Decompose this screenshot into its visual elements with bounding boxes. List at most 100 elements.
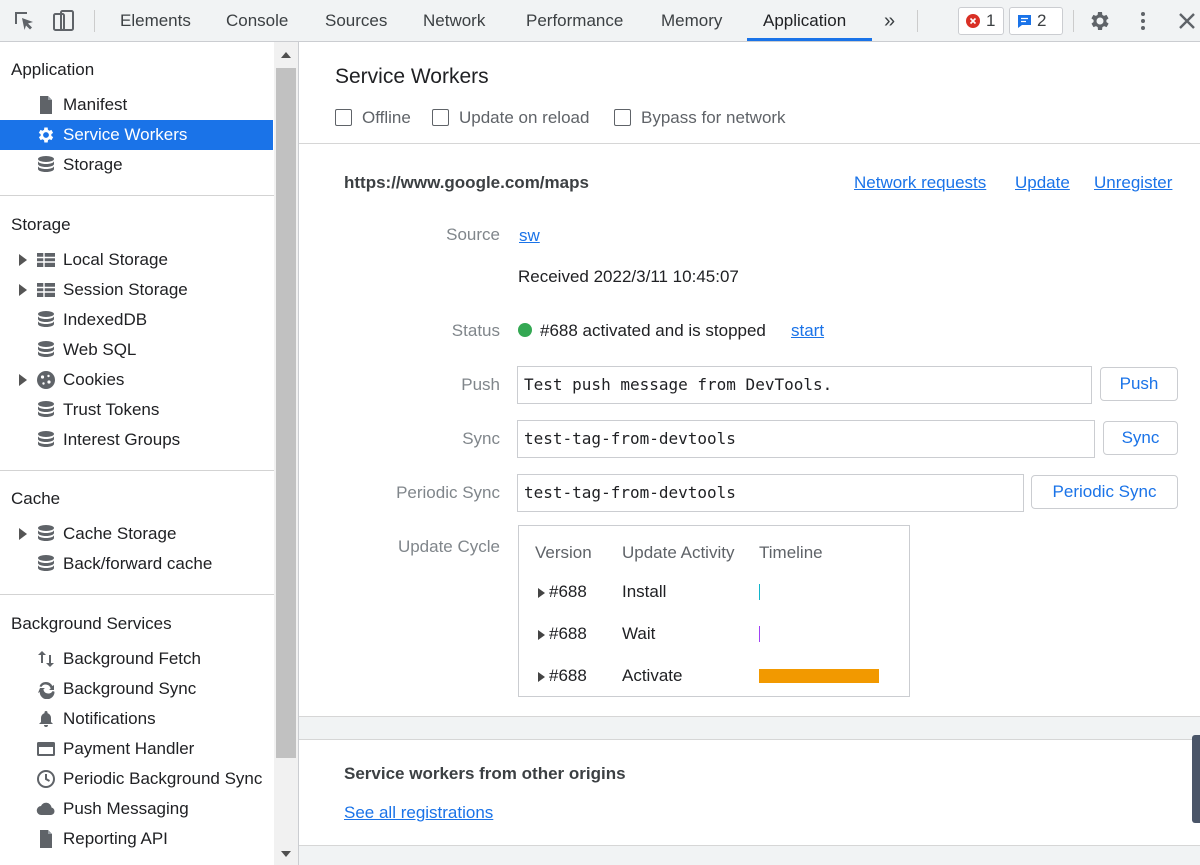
section-divider (0, 470, 274, 471)
sidebar-item-background-fetch[interactable]: Background Fetch (0, 644, 273, 674)
sidebar-item-session-storage[interactable]: Session Storage (0, 275, 273, 305)
sidebar-item-local-storage[interactable]: Local Storage (0, 245, 273, 275)
row-version: #688 (549, 582, 587, 601)
update-cycle-table: Version Update Activity Timeline #688 In… (518, 525, 910, 697)
sidebar-item-push-messaging[interactable]: Push Messaging (0, 794, 273, 824)
sidebar-item-back-forward-cache[interactable]: Back/forward cache (0, 549, 273, 579)
expand-arrow-icon[interactable] (538, 630, 545, 640)
sidebar-item-label: Manifest (63, 95, 128, 114)
unregister-link[interactable]: Unregister (1094, 173, 1172, 193)
messages-badge[interactable]: 2 (1009, 7, 1063, 35)
other-origins-title: Service workers from other origins (344, 764, 626, 783)
start-link[interactable]: start (791, 321, 824, 341)
tab-application[interactable]: Application (763, 0, 846, 42)
bypass-for-network-label[interactable]: Bypass for network (641, 108, 786, 128)
tab-elements[interactable]: Elements (120, 0, 191, 42)
offline-label[interactable]: Offline (362, 108, 411, 128)
database-icon (38, 431, 54, 447)
tab-performance[interactable]: Performance (526, 0, 623, 42)
database-icon (38, 311, 54, 327)
sidebar-item-reporting-api[interactable]: Reporting API (0, 824, 273, 854)
sidebar-item-label: Cookies (63, 370, 125, 389)
sidebar-item-interest-groups[interactable]: Interest Groups (0, 425, 273, 455)
settings-gear-icon[interactable] (1088, 9, 1112, 33)
periodic-sync-button[interactable]: Periodic Sync (1031, 475, 1178, 509)
expand-arrow-icon[interactable] (19, 284, 27, 296)
device-toolbar-icon[interactable] (52, 9, 76, 33)
more-tabs-icon[interactable]: » (884, 0, 895, 42)
page-title: Service Workers (335, 65, 489, 88)
status-dot (518, 323, 532, 337)
sidebar-item-manifest[interactable]: Manifest (0, 90, 273, 120)
status-label: Status (451, 321, 500, 340)
sidebar-scrollbar-thumb[interactable] (276, 68, 296, 758)
messages-count: 2 (1037, 11, 1047, 30)
row-activity: Install (622, 582, 667, 601)
sidebar-item-notifications[interactable]: Notifications (0, 704, 273, 734)
offline-checkbox[interactable] (335, 109, 352, 126)
tab-network[interactable]: Network (423, 0, 485, 42)
see-all-registrations-link[interactable]: See all registrations (344, 803, 493, 823)
sidebar-item-indexeddb[interactable]: IndexedDB (0, 305, 273, 335)
document-icon (40, 96, 52, 114)
expand-arrow-icon[interactable] (19, 254, 27, 266)
credit-card-icon (37, 742, 55, 756)
sidebar-item-storage[interactable]: Storage (0, 150, 273, 180)
side-widget-handle[interactable] (1192, 735, 1200, 823)
sidebar-item-web-sql[interactable]: Web SQL (0, 335, 273, 365)
cookie-icon (37, 371, 55, 389)
timeline-mark-wait (759, 626, 760, 642)
sidebar-item-label: Background Fetch (63, 649, 201, 668)
sidebar-item-background-sync[interactable]: Background Sync (0, 674, 273, 704)
inspect-element-icon[interactable] (12, 9, 36, 33)
sidebar-item-cache-storage[interactable]: Cache Storage (0, 519, 273, 549)
sidebar-item-service-workers[interactable]: Service Workers (0, 120, 273, 150)
column-header-update-activity: Update Activity (622, 543, 735, 562)
periodic-sync-tag-input[interactable]: test-tag-from-devtools (517, 474, 1024, 512)
sync-tag-input[interactable]: test-tag-from-devtools (517, 420, 1095, 458)
sidebar-item-label: Local Storage (63, 250, 168, 269)
update-cycle-label: Update Cycle (397, 537, 500, 556)
sidebar-item-label: Periodic Background Sync (63, 769, 263, 788)
close-devtools-icon[interactable] (1175, 9, 1199, 33)
tab-memory[interactable]: Memory (661, 0, 722, 42)
gear-icon (38, 127, 54, 143)
source-link[interactable]: sw (519, 226, 540, 246)
section-divider (0, 594, 274, 595)
sidebar-item-cookies[interactable]: Cookies (0, 365, 273, 395)
update-on-reload-label[interactable]: Update on reload (459, 108, 589, 128)
row-version: #688 (549, 624, 587, 643)
sidebar-item-label: Service Workers (63, 125, 188, 144)
update-on-reload-checkbox[interactable] (432, 109, 449, 126)
row-activity: Wait (622, 624, 656, 643)
push-message-input[interactable]: Test push message from DevTools. (517, 366, 1092, 404)
section-title-cache: Cache (11, 489, 61, 508)
toolbar-separator (917, 10, 918, 32)
sidebar-item-payment-handler[interactable]: Payment Handler (0, 734, 273, 764)
bypass-for-network-checkbox[interactable] (614, 109, 631, 126)
sidebar-item-label: Notifications (63, 709, 156, 728)
tab-console[interactable]: Console (226, 0, 288, 42)
sidebar-item-trust-tokens[interactable]: Trust Tokens (0, 395, 273, 425)
sidebar-item-periodic-background-sync[interactable]: Periodic Background Sync (0, 764, 273, 794)
database-icon (38, 156, 54, 172)
push-button[interactable]: Push (1100, 367, 1178, 401)
database-icon (38, 525, 54, 541)
network-requests-link[interactable]: Network requests (854, 173, 986, 193)
tab-sources[interactable]: Sources (325, 0, 387, 42)
section-title-storage: Storage (11, 215, 71, 234)
bell-icon (39, 711, 53, 727)
errors-badge[interactable]: 1 (958, 7, 1004, 35)
sync-button[interactable]: Sync (1103, 421, 1178, 455)
scroll-up-arrow-icon[interactable] (281, 51, 291, 59)
expand-arrow-icon[interactable] (538, 588, 545, 598)
table-icon (37, 253, 55, 267)
scroll-down-arrow-icon[interactable] (281, 850, 291, 858)
more-options-icon[interactable] (1131, 9, 1155, 33)
update-link[interactable]: Update (1015, 173, 1070, 193)
expand-arrow-icon[interactable] (19, 528, 27, 540)
expand-arrow-icon[interactable] (538, 672, 545, 682)
timeline-mark-install (759, 584, 760, 600)
expand-arrow-icon[interactable] (19, 374, 27, 386)
sidebar-item-label: Web SQL (63, 340, 137, 359)
